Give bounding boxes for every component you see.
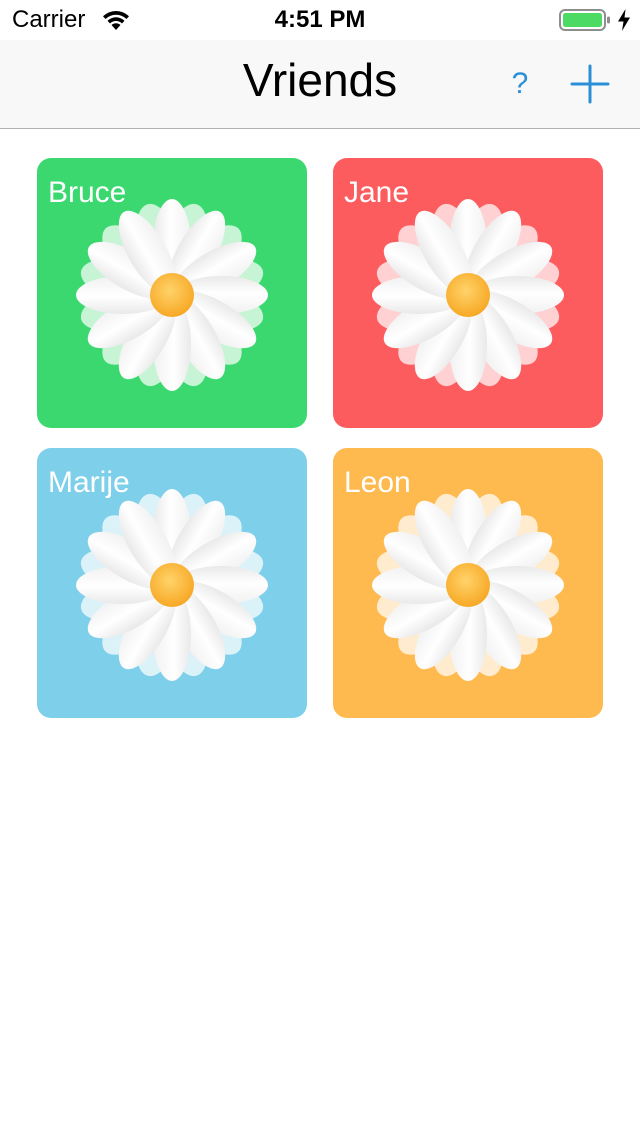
friend-card-leon[interactable]: Leon xyxy=(333,448,603,718)
navigation-bar: Vriends ? xyxy=(0,40,640,129)
battery-icon xyxy=(559,9,610,31)
plus-icon xyxy=(570,64,610,104)
status-bar: Carrier 4:51 PM xyxy=(0,0,640,40)
friend-name: Bruce xyxy=(48,176,127,209)
friend-name: Leon xyxy=(344,466,411,499)
daisy-icon xyxy=(76,489,268,681)
daisy-icon xyxy=(372,199,564,391)
friend-name: Marije xyxy=(48,466,130,499)
clock-time: 4:51 PM xyxy=(274,6,366,33)
daisy-icon xyxy=(76,199,268,391)
friend-card-bruce[interactable]: Bruce xyxy=(37,158,307,428)
page-title: Vriends xyxy=(242,54,398,106)
add-friend-button[interactable] xyxy=(568,62,612,106)
friends-grid: Bruce Jane Marije Leon xyxy=(0,129,640,1136)
daisy-icon xyxy=(372,489,564,681)
help-button[interactable]: ? xyxy=(500,64,540,104)
friend-card-marije[interactable]: Marije xyxy=(37,448,307,718)
charging-icon xyxy=(618,9,630,31)
friend-card-jane[interactable]: Jane xyxy=(333,158,603,428)
friend-name: Jane xyxy=(344,176,410,209)
